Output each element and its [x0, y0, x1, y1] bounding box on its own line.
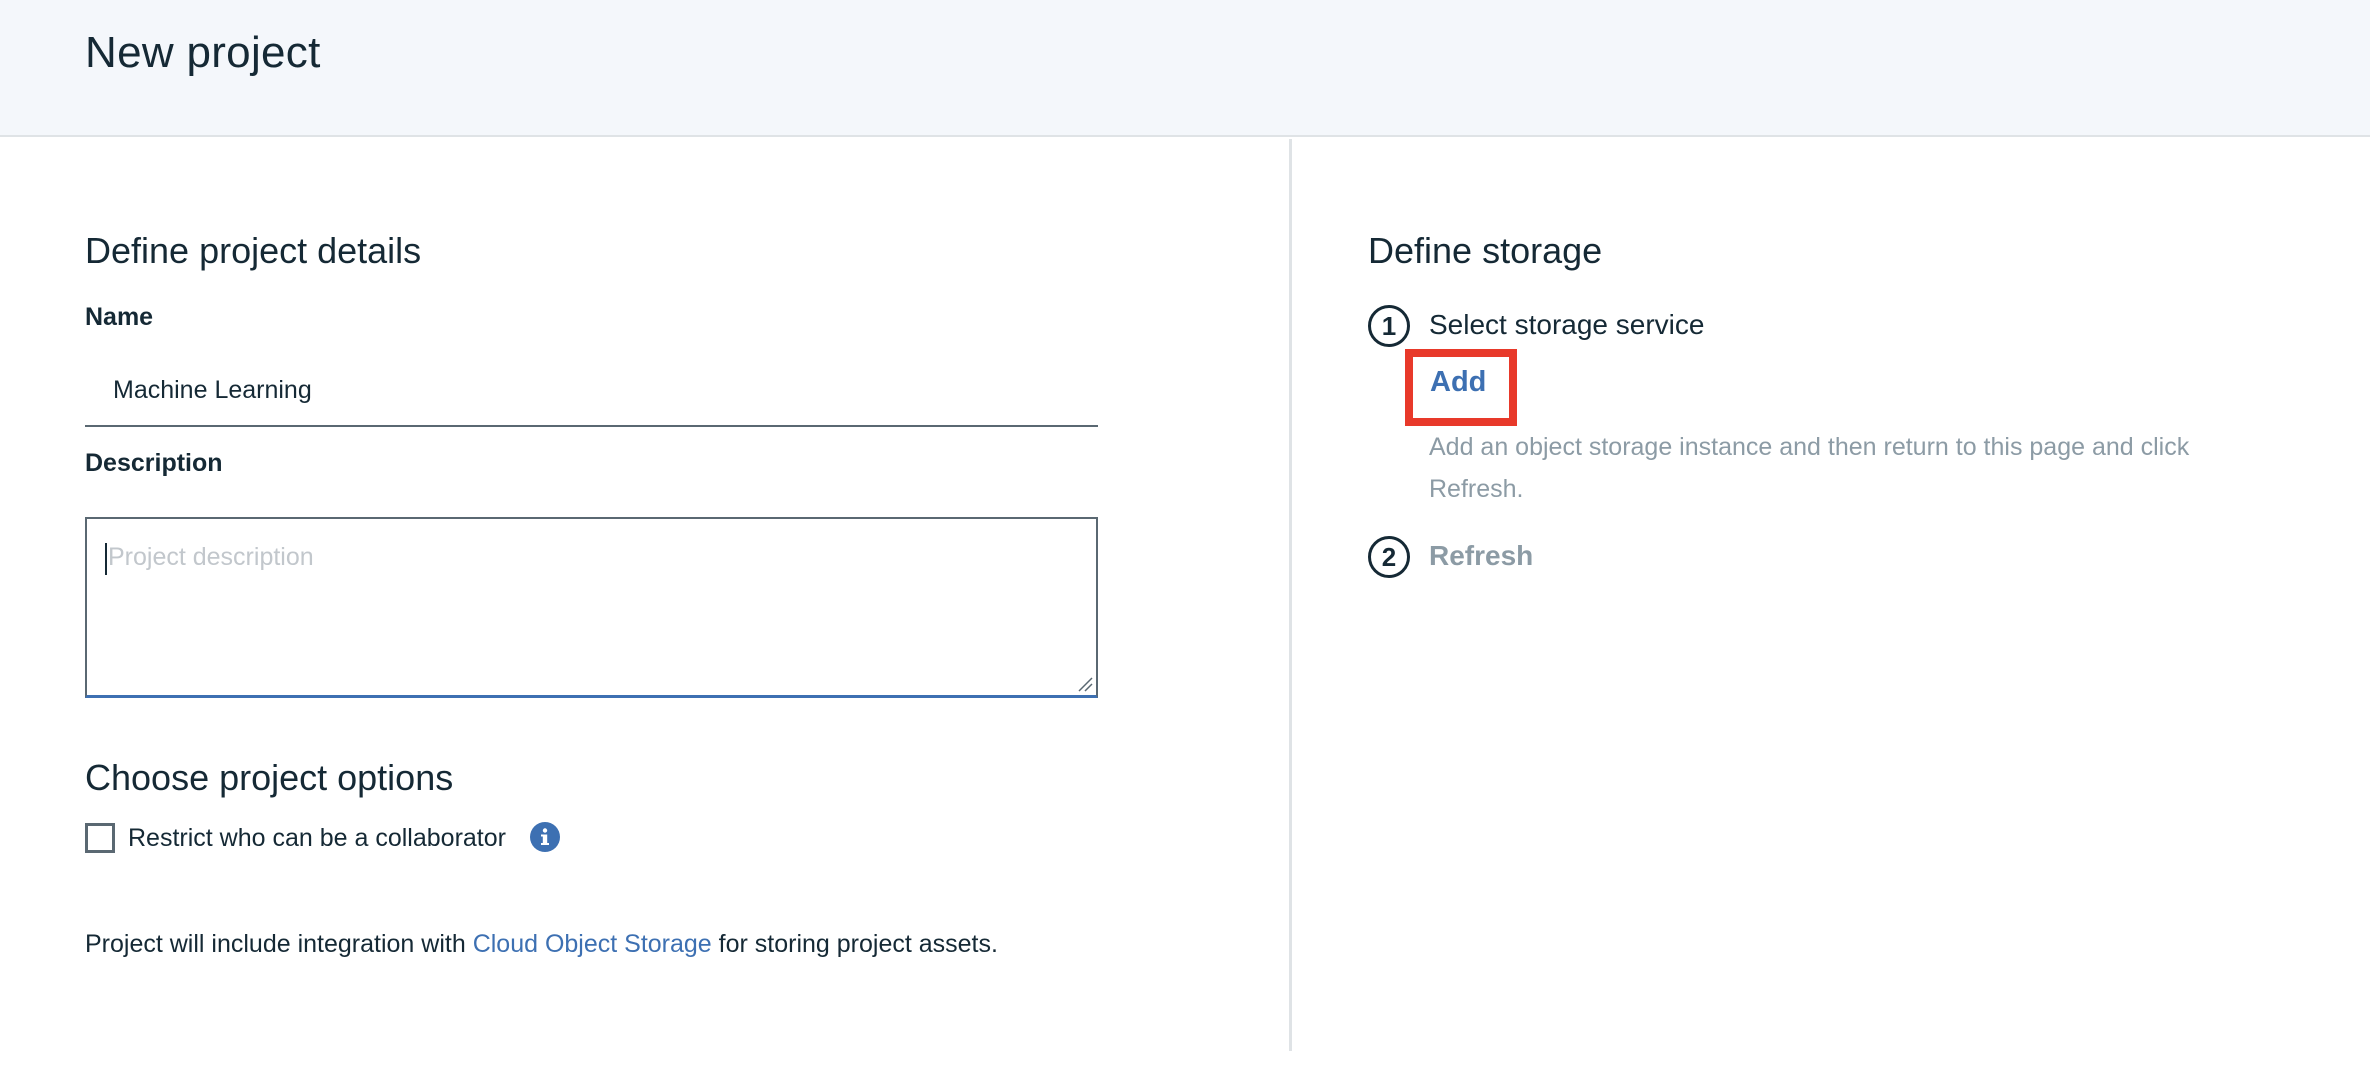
text-caret — [105, 543, 107, 575]
integration-prefix: Project will include integration with — [85, 930, 473, 958]
description-placeholder: Project description — [108, 543, 314, 571]
step-1-label: Select storage service — [1429, 309, 1705, 340]
project-details-heading: Define project details — [85, 230, 422, 271]
page-header: New project — [0, 0, 2370, 137]
info-icon[interactable] — [530, 822, 560, 852]
integration-suffix: for storing project assets. — [711, 930, 998, 958]
integration-text: Project will include integration with Cl… — [85, 930, 998, 959]
step-1-badge: 1 — [1368, 305, 1410, 347]
cloud-object-storage-link[interactable]: Cloud Object Storage — [473, 930, 712, 958]
restrict-collaborator-checkbox[interactable] — [85, 823, 115, 853]
step-2-badge: 2 — [1368, 536, 1410, 578]
page-title: New project — [85, 28, 321, 77]
storage-heading: Define storage — [1368, 230, 1603, 271]
project-options-heading: Choose project options — [85, 757, 454, 798]
description-textarea[interactable]: Project description — [85, 517, 1098, 698]
column-divider — [1289, 139, 1292, 1051]
name-label: Name — [85, 303, 154, 331]
restrict-collaborator-label[interactable]: Restrict who can be a collaborator — [128, 824, 506, 853]
add-storage-button[interactable]: Add — [1430, 366, 1486, 399]
description-label: Description — [85, 449, 223, 477]
name-input[interactable] — [85, 355, 1098, 427]
storage-help-text: Add an object storage instance and then … — [1429, 433, 2190, 503]
refresh-button[interactable]: Refresh — [1429, 540, 1533, 572]
resize-handle-icon[interactable] — [1077, 676, 1093, 692]
